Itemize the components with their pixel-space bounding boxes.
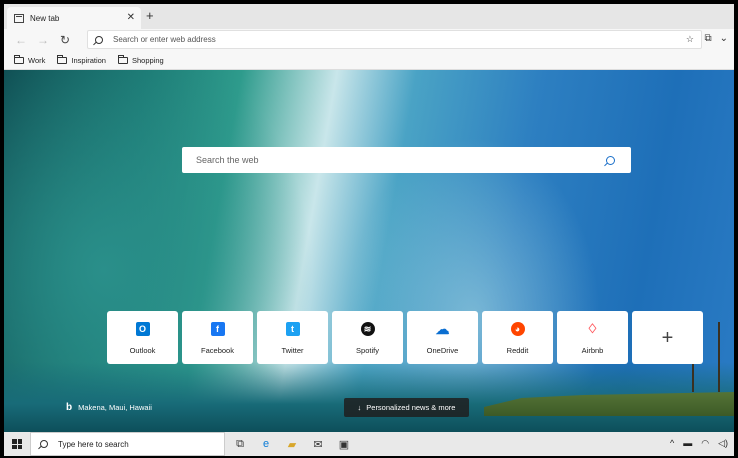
folder-icon [117, 54, 128, 64]
tile-label: OneDrive [426, 346, 459, 355]
tile-label: Twitter [281, 346, 304, 355]
reddit-icon: ◕ [510, 322, 525, 336]
onedrive-icon: ☁ [435, 320, 450, 337]
taskbar-search[interactable] [30, 432, 225, 456]
taskbar-search-input[interactable] [58, 439, 208, 449]
screen-frame: New tab ✕ + ← → ↻ ☆ ⧉ ⌄ Work Inspiration… [0, 0, 738, 458]
plus-icon: + [661, 326, 674, 349]
folder-icon [14, 54, 24, 64]
new-tab-page-icon [14, 13, 24, 23]
store-icon[interactable]: ▣ [337, 437, 351, 451]
system-tray: ^ ▬ ◠ ◁) [670, 438, 728, 449]
collections-icon[interactable]: ⧉ [704, 33, 711, 44]
edge-icon[interactable]: e [259, 437, 273, 451]
location-label: Makena, Maui, Hawaii [78, 403, 152, 412]
desktop-screen: New tab ✕ + ← → ↻ ☆ ⧉ ⌄ Work Inspiration… [4, 4, 734, 456]
web-search-input[interactable] [196, 155, 606, 165]
bing-icon: b [66, 402, 73, 413]
bookmark-label: Inspiration [71, 55, 106, 65]
windows-icon [12, 439, 22, 449]
tile-label: Facebook [201, 346, 234, 355]
bookmark-work[interactable]: Work [14, 54, 46, 65]
tab-close-icon[interactable]: ✕ [127, 13, 135, 23]
bookmark-inspiration[interactable]: Inspiration [57, 54, 106, 65]
personalized-news-button[interactable]: ↓ Personalized news & more [344, 398, 469, 417]
tile-spotify[interactable]: ≋ Spotify [332, 311, 403, 364]
tile-label: Outlook [129, 346, 156, 355]
tile-outlook[interactable]: O Outlook [107, 311, 178, 364]
search-icon [40, 440, 48, 448]
tab-new-tab[interactable]: New tab ✕ [7, 7, 141, 29]
palm-tree [718, 322, 720, 392]
volume-icon[interactable]: ◁) [718, 438, 728, 449]
tile-facebook[interactable]: f Facebook [182, 311, 253, 364]
task-view-icon[interactable]: ⧉ [233, 437, 247, 451]
start-button[interactable] [4, 432, 30, 456]
quick-links: O Outlook f Facebook t Twitter ≋ Spotify… [107, 311, 703, 364]
tile-twitter[interactable]: t Twitter [257, 311, 328, 364]
refresh-icon[interactable]: ↻ [54, 33, 76, 47]
tile-label: Reddit [506, 346, 529, 355]
bookmark-label: Shopping [131, 55, 164, 65]
add-quick-link-button[interactable]: + [632, 311, 703, 364]
folder-icon [57, 54, 68, 64]
tile-label: Airbnb [581, 346, 604, 355]
spotify-icon: ≋ [360, 322, 375, 336]
taskbar-apps: ⧉ e ▰ ✉ ▣ [233, 437, 351, 451]
bookmark-label: Work [28, 55, 46, 65]
search-icon [95, 35, 103, 44]
tab-title: New tab [30, 13, 60, 23]
tile-airbnb[interactable]: ♢ Airbnb [557, 311, 628, 364]
more-chevron-icon[interactable]: ⌄ [720, 33, 728, 44]
address-bar[interactable]: ☆ [87, 30, 702, 49]
airbnb-icon: ♢ [586, 321, 599, 336]
tile-reddit[interactable]: ◕ Reddit [482, 311, 553, 364]
news-button-label: Personalized news & more [366, 403, 456, 412]
facebook-icon: f [210, 322, 225, 336]
toolbar-right: ⧉ ⌄ [704, 33, 728, 44]
twitter-icon: t [285, 322, 300, 336]
chevron-up-icon[interactable]: ^ [670, 438, 674, 449]
file-explorer-icon[interactable]: ▰ [285, 437, 299, 451]
search-icon[interactable] [606, 155, 615, 165]
web-search-box[interactable] [182, 147, 631, 173]
bookmark-shopping[interactable]: Shopping [117, 54, 164, 65]
mail-icon[interactable]: ✉ [311, 437, 325, 451]
tile-onedrive[interactable]: ☁ OneDrive [407, 311, 478, 364]
forward-icon[interactable]: → [32, 33, 54, 47]
taskbar: ⧉ e ▰ ✉ ▣ ^ ▬ ◠ ◁) [4, 432, 734, 456]
back-icon[interactable]: ← [10, 33, 32, 47]
outlook-icon: O [135, 322, 150, 336]
favorites-bar: Work Inspiration Shopping [4, 51, 734, 70]
tile-label: Spotify [356, 346, 379, 355]
new-tab-page: O Outlook f Facebook t Twitter ≋ Spotify… [4, 70, 734, 432]
new-tab-button[interactable]: + [146, 9, 154, 23]
favorite-star-icon[interactable]: ☆ [686, 34, 694, 45]
address-input[interactable] [113, 35, 686, 44]
wifi-icon[interactable]: ◠ [701, 438, 709, 449]
toolbar: ← → ↻ ☆ ⧉ ⌄ [4, 29, 734, 51]
battery-icon[interactable]: ▬ [683, 438, 692, 449]
tab-strip: New tab ✕ + [4, 4, 734, 29]
image-location[interactable]: b Makena, Maui, Hawaii [66, 402, 152, 413]
arrow-down-icon: ↓ [357, 403, 362, 412]
